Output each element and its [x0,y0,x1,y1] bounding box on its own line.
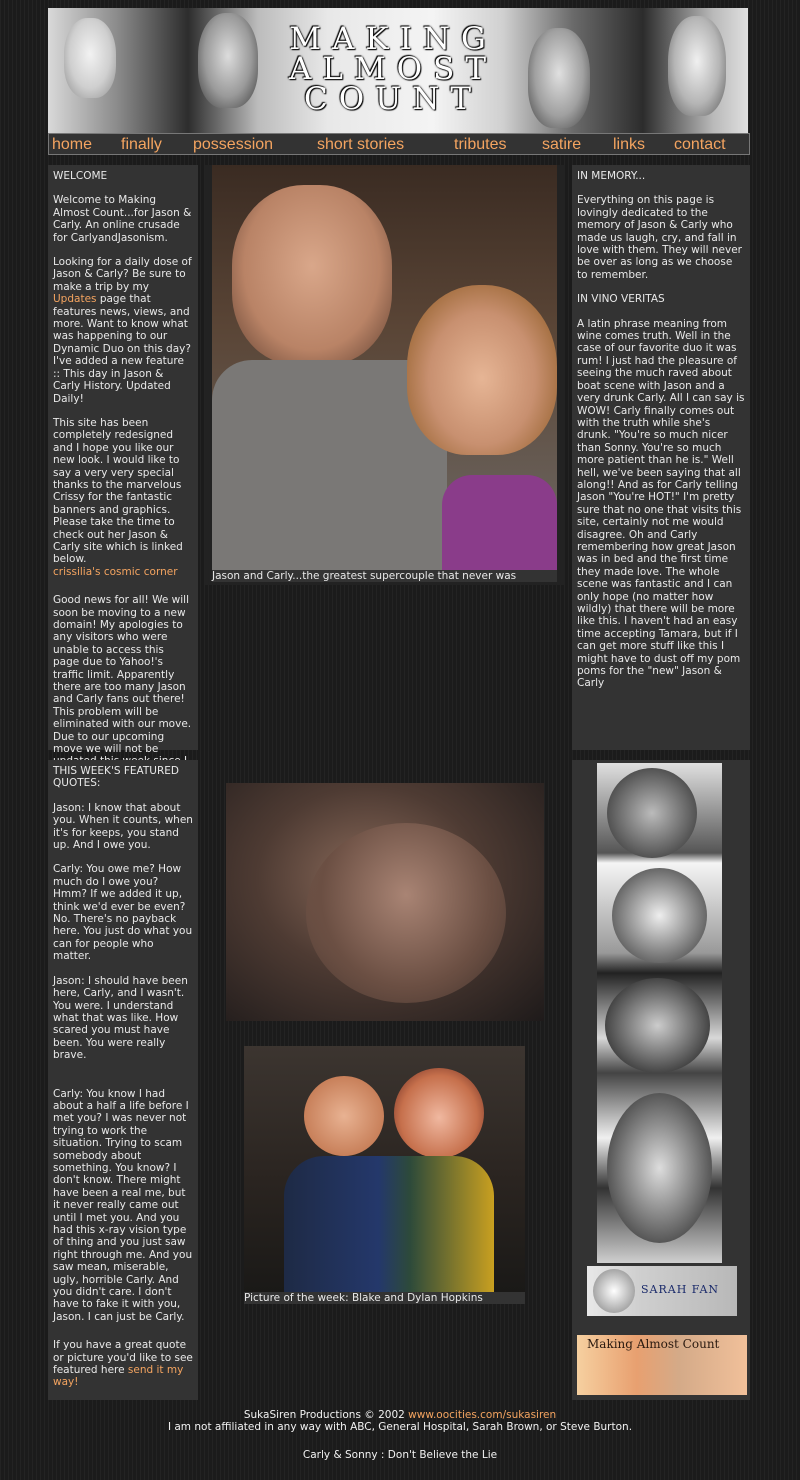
embrace-photo [226,783,544,1021]
child-1-shape [304,1076,384,1156]
quote-submit-paragraph: If you have a great quote or picture you… [53,1339,193,1389]
nav-links[interactable]: links [613,135,645,155]
updates-link[interactable]: Updates [53,293,97,305]
nav-finally[interactable]: finally [121,135,162,155]
vino-veritas-heading: IN VINO VERITAS [577,293,665,306]
sarah-fan-text: SARAH FAN [641,1283,720,1296]
jason-carly-main-photo [212,165,557,570]
child-2-shape [394,1068,484,1158]
bw-collage [597,763,722,1263]
week-photo-caption: Picture of the week: Blake and Dylan Hop… [244,1292,525,1304]
banner-portrait-right-woman [638,8,748,133]
vino-veritas-text: A latin phrase meaning from wine comes t… [577,317,745,690]
footer-disclaimer: I am not affiliated in any way with ABC,… [167,1421,633,1433]
welcome-redesign-paragraph: This site has been completely redesigned… [53,416,183,578]
collage-couple-2 [612,868,707,963]
photo-shape-woman-top [442,475,557,570]
site-title-line-3: COUNT [303,81,483,117]
memory-panel: IN MEMORY... Everything on this page is … [572,165,750,750]
banner-portrait-left-man [158,8,268,133]
quotes-heading: THIS WEEK'S FEATURED QUOTES: [53,765,179,790]
mac-mini-banner: Making Almost Count [577,1335,747,1395]
welcome-heading: WELCOME [53,170,108,182]
sarah-fan-badge: SARAH FAN [587,1266,737,1316]
memory-heading: IN MEMORY... [577,170,646,182]
site-title-line-1: MAKING [289,21,497,57]
quote-4: Carly: You know I had about a half a lif… [53,1087,193,1323]
welcome-updates-paragraph: Looking for a daily dose of Jason & Carl… [53,256,192,405]
banner-portrait-left-woman [56,8,126,133]
nav-possession[interactable]: possession [193,135,273,155]
sarah-fan-face [593,1269,635,1313]
memory-text: Everything on this page is lovingly dedi… [577,194,742,281]
embrace-photo-shoulder [306,823,506,1003]
site-title: MAKING ALMOST COUNT [283,21,503,117]
quote-1: Jason: I know that about you. When it co… [53,801,193,852]
children-body-shape [284,1156,494,1292]
main-photo-caption: Jason and Carly...the greatest supercoup… [212,570,557,582]
main-nav: home finally possession short stories tr… [48,133,750,155]
mac-mini-banner-text: Making Almost Count [587,1337,720,1351]
nav-contact[interactable]: contact [674,135,726,155]
welcome-intro: Welcome to Making Almost Count...for Jas… [53,194,192,244]
nav-tributes[interactable]: tributes [454,135,506,155]
footer-copyright: SukaSiren Productions © 2002 www.oocitie… [243,1409,557,1421]
collage-couple-4 [607,1093,712,1243]
quotes-panel: THIS WEEK'S FEATURED QUOTES: Jason: I kn… [48,760,198,1400]
quote-3: Jason: I should have been here, Carly, a… [53,974,188,1062]
welcome-panel: WELCOME Welcome to Making Almost Count..… [48,165,198,805]
collage-couple-1 [607,768,697,858]
nav-home[interactable]: home [52,135,92,155]
photo-shape-man [232,185,392,365]
sukasiren-link[interactable]: www.oocities.com/sukasiren [408,1409,556,1421]
nav-satire[interactable]: satire [542,135,581,155]
picture-of-the-week [244,1046,525,1292]
quote-2: Carly: You owe me? How much do I owe you… [53,863,193,963]
nav-short-stories[interactable]: short stories [317,135,404,155]
crissilia-link[interactable]: crissilia's cosmic corner [53,566,178,578]
photo-shape-woman [407,285,557,455]
header-banner: MAKING ALMOST COUNT [48,8,748,133]
collage-couple-3 [605,978,710,1073]
banner-portrait-right-man [513,8,623,133]
site-title-line-2: ALMOST [288,51,498,87]
footer-tagline: Carly & Sonny : Don't Believe the Lie [302,1449,498,1461]
